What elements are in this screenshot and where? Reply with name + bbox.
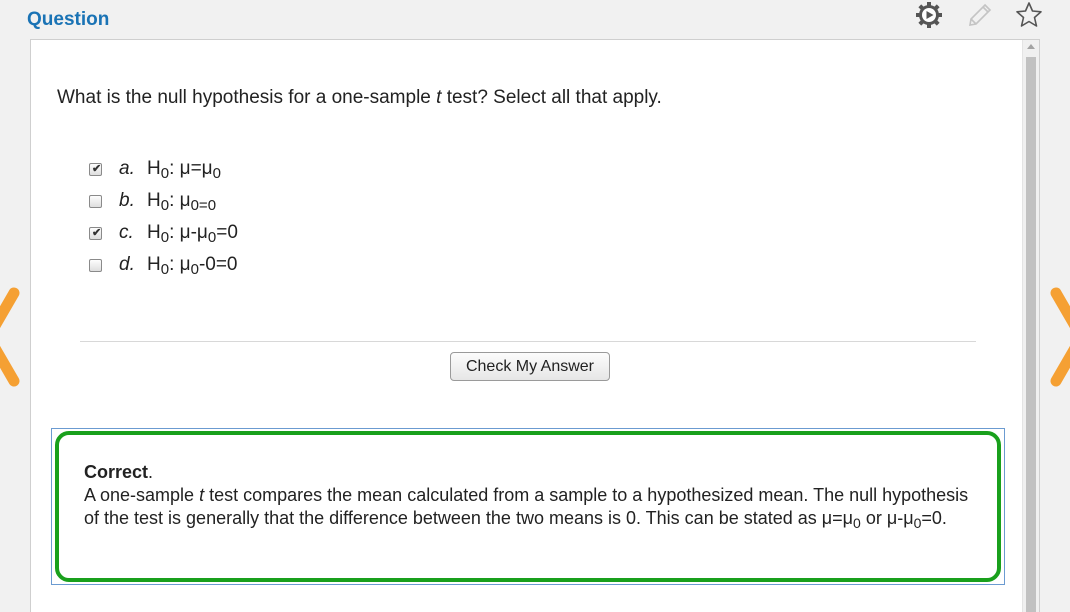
feedback-frame: Correct. A one-sample t test compares the… bbox=[51, 428, 1005, 585]
scroll-thumb[interactable] bbox=[1026, 57, 1036, 612]
question-suffix: test? Select all that apply. bbox=[441, 87, 662, 108]
divider bbox=[80, 341, 976, 342]
option-a[interactable]: ✔ a. H0: μ=μ0 bbox=[89, 153, 238, 185]
previous-arrow-icon[interactable] bbox=[0, 285, 24, 389]
next-arrow-icon[interactable] bbox=[1046, 285, 1070, 389]
media-settings-icon[interactable] bbox=[914, 0, 944, 30]
question-panel: What is the null hypothesis for a one-sa… bbox=[30, 39, 1040, 612]
check-answer-button[interactable]: Check My Answer bbox=[450, 352, 610, 381]
option-d[interactable]: d. H0: μ0-0=0 bbox=[89, 249, 238, 281]
vertical-scrollbar[interactable] bbox=[1022, 40, 1039, 612]
question-prompt: What is the null hypothesis for a one-sa… bbox=[57, 87, 662, 109]
question-prefix: What is the null hypothesis for a one-sa… bbox=[57, 87, 437, 108]
question-page: Question What is the null hypothesis for… bbox=[0, 0, 1070, 612]
option-b-checkbox[interactable] bbox=[89, 194, 102, 208]
option-c-checkbox[interactable]: ✔ bbox=[89, 226, 102, 240]
answer-options: ✔ a. H0: μ=μ0 b. H0: μ0=0 ✔ c. H0: μ-μ0=… bbox=[89, 153, 238, 281]
option-formula: H0: μ0=0 bbox=[147, 190, 217, 214]
feedback-text: Correct. A one-sample t test compares the… bbox=[84, 462, 969, 531]
pencil-icon[interactable] bbox=[965, 0, 995, 30]
checkmark-icon: ✔ bbox=[92, 162, 102, 175]
option-formula: H0: μ=μ0 bbox=[147, 158, 221, 182]
option-b[interactable]: b. H0: μ0=0 bbox=[89, 185, 238, 217]
option-c[interactable]: ✔ c. H0: μ-μ0=0 bbox=[89, 217, 238, 249]
option-letter: b. bbox=[119, 190, 135, 211]
option-letter: c. bbox=[119, 222, 134, 243]
feedback-box: Correct. A one-sample t test compares the… bbox=[55, 431, 1001, 582]
option-d-checkbox[interactable] bbox=[89, 258, 102, 272]
option-a-checkbox[interactable]: ✔ bbox=[89, 162, 102, 176]
scroll-up-arrow-icon[interactable] bbox=[1027, 44, 1035, 49]
checkmark-icon: ✔ bbox=[92, 226, 102, 239]
option-formula: H0: μ0-0=0 bbox=[147, 254, 238, 278]
feedback-status: Correct bbox=[84, 462, 149, 482]
option-letter: a. bbox=[119, 158, 135, 179]
option-letter: d. bbox=[119, 254, 135, 275]
option-formula: H0: μ-μ0=0 bbox=[147, 222, 238, 246]
star-icon[interactable] bbox=[1014, 0, 1044, 30]
page-title: Question bbox=[27, 9, 110, 30]
